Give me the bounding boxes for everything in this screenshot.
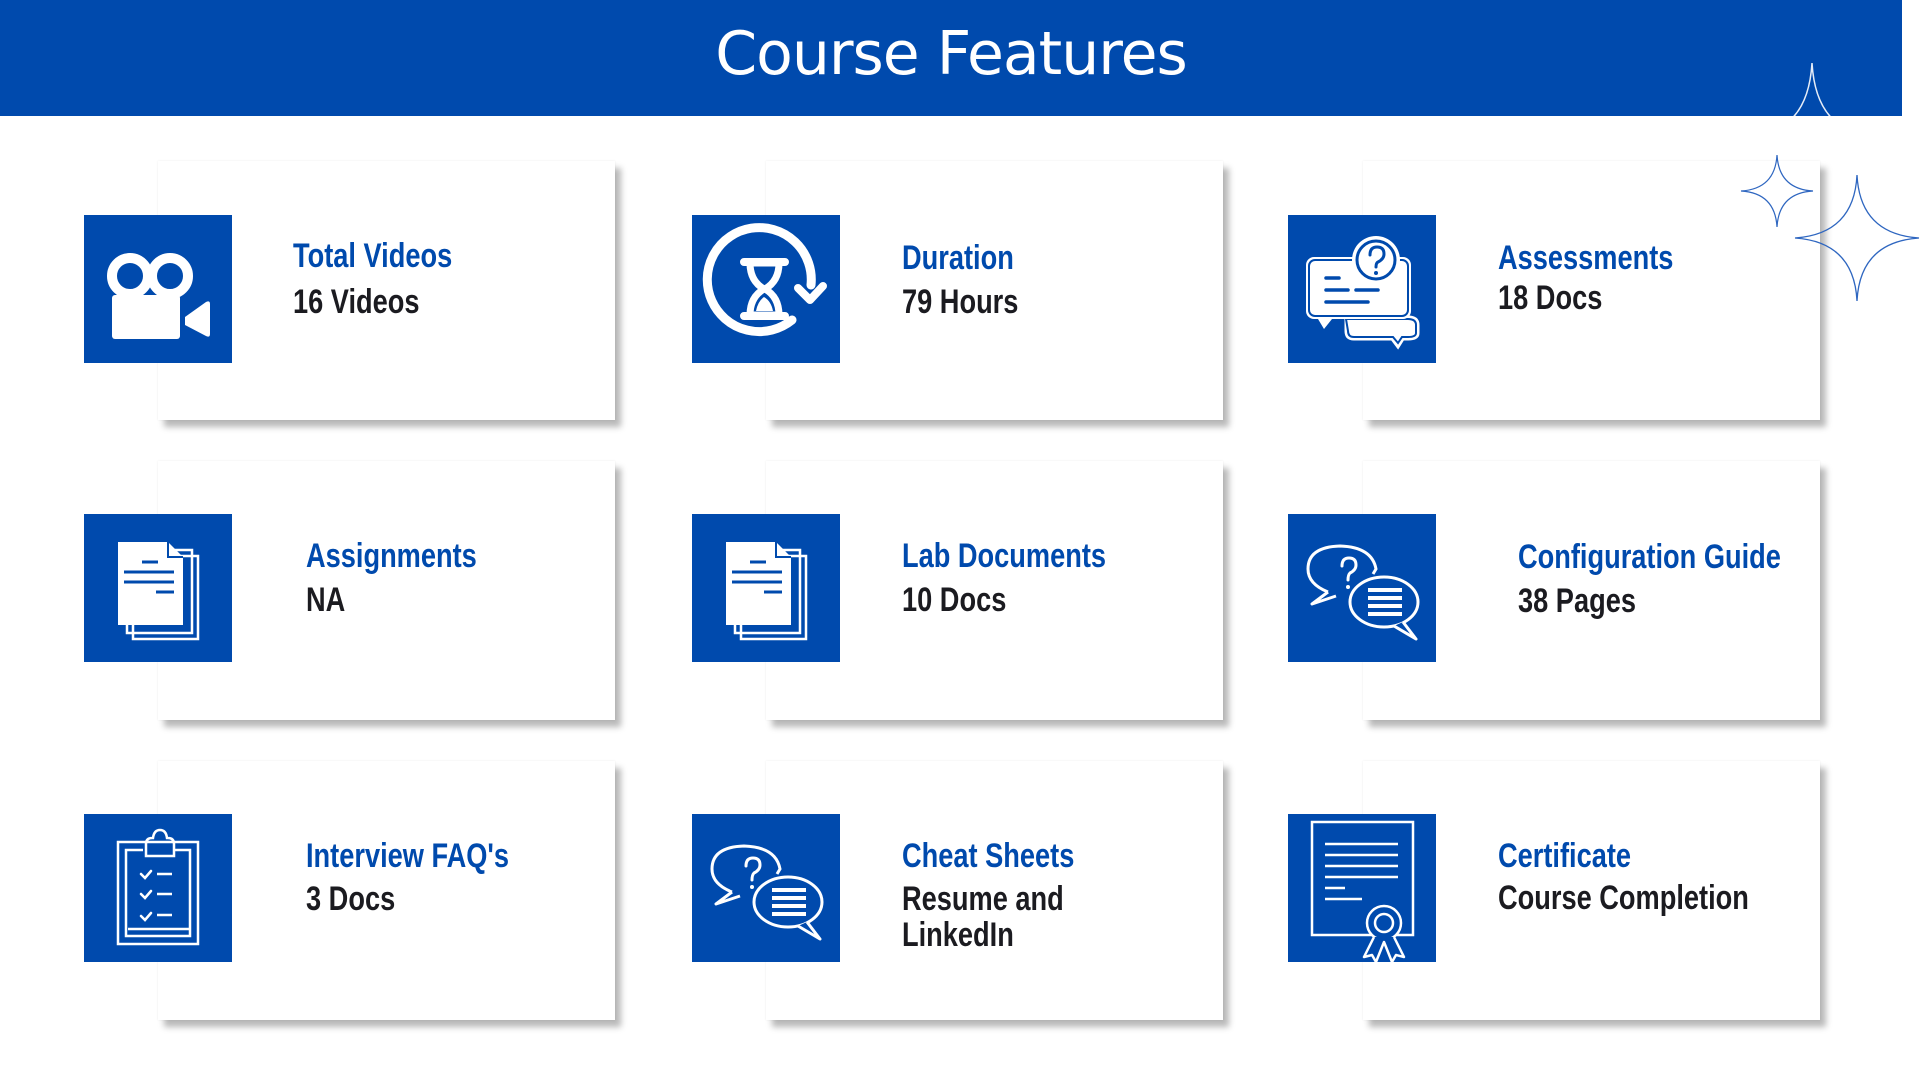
sparkle-icon [1793,62,1831,116]
chat-question-icon [1306,236,1420,350]
feature-value: 38 Pages [1518,582,1636,620]
documents-icon [726,542,808,641]
certificate-icon [1310,820,1415,962]
feature-title: Configuration Guide [1518,538,1781,576]
feature-icon-tile [84,514,232,662]
speech-bubbles-icon [1306,544,1420,641]
feature-value: Course Completion [1498,879,1749,917]
feature-icon-tile [692,814,840,962]
feature-value: 3 Docs [306,880,396,918]
feature-value: NA [306,581,346,619]
feature-value: 79 Hours [902,283,1019,321]
feature-title: Lab Documents [902,537,1107,575]
clipboard-checklist-icon [116,828,200,946]
feature-icon-tile [1288,814,1436,962]
feature-title: Assessments [1498,239,1674,277]
video-camera-icon [107,253,210,339]
feature-value: Resume and LinkedIn [902,880,1064,954]
feature-title: Assignments [306,537,477,575]
feature-value: 10 Docs [902,581,1007,619]
header-banner: Course Features [0,0,1902,116]
sparkle-icon [1794,174,1920,302]
feature-icon-tile [84,814,232,962]
feature-icon-tile [692,514,840,662]
speech-bubbles-icon [710,844,824,941]
hourglass-refresh-icon [702,223,827,337]
feature-icon-tile [1288,514,1436,662]
feature-title: Duration [902,239,1014,277]
feature-value: 18 Docs [1498,279,1603,317]
feature-title: Cheat Sheets [902,837,1075,875]
feature-title: Interview FAQ's [306,837,509,875]
feature-icon-tile [1288,215,1436,363]
feature-icon-tile [692,215,840,363]
feature-value: 16 Videos [293,283,420,321]
feature-title: Certificate [1498,837,1632,875]
feature-icon-tile [84,215,232,363]
documents-icon [118,542,200,641]
page-title: Course Features [715,19,1188,89]
feature-title: Total Videos [293,237,453,275]
